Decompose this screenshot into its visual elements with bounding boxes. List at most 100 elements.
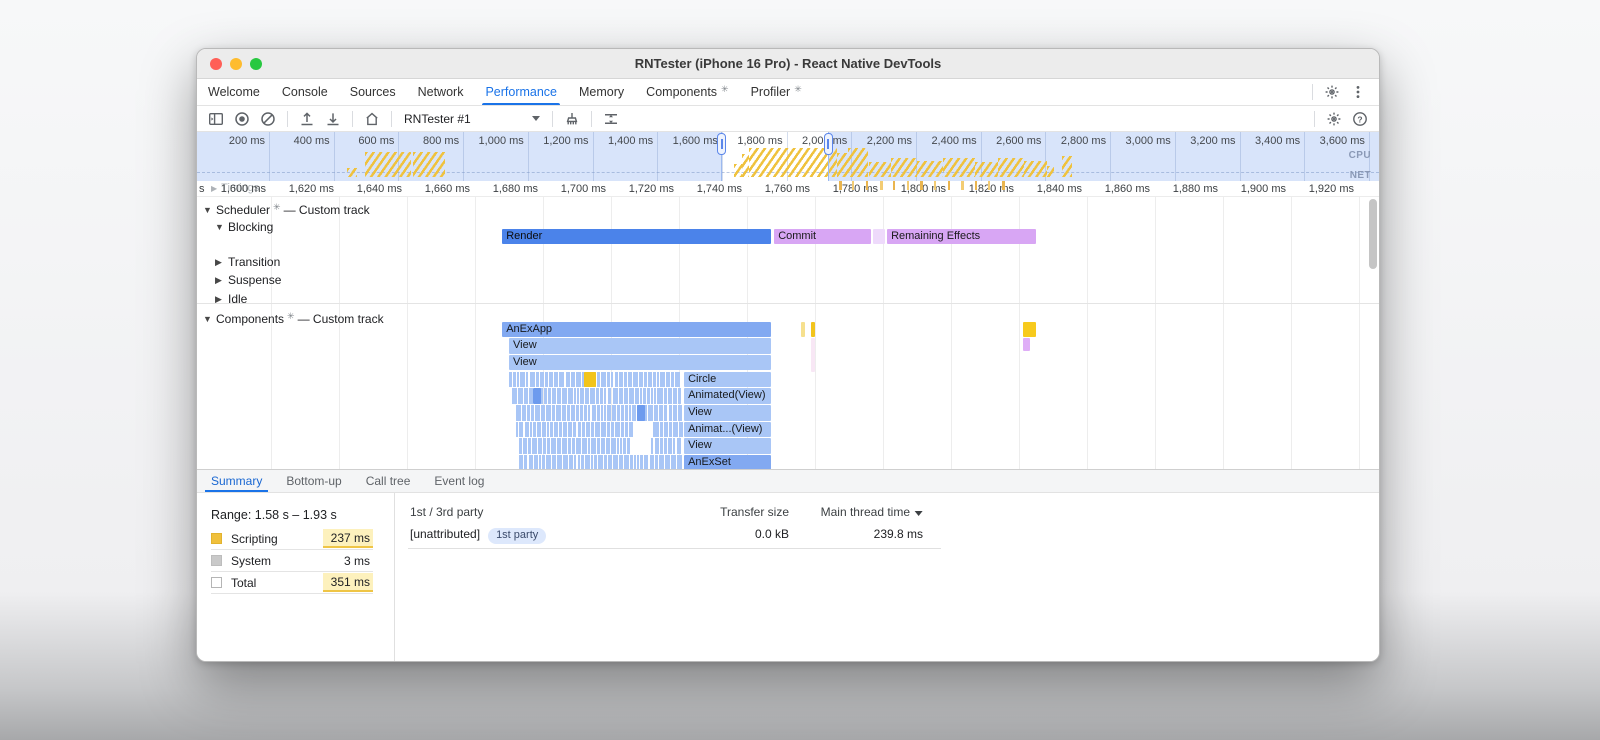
flame-sliver[interactable]	[677, 388, 682, 404]
track-components[interactable]: ▼ Components ✳ — Custom track	[203, 311, 384, 326]
blocking-bar[interactable]	[873, 229, 886, 244]
details-tab-call-tree[interactable]: Call tree	[354, 470, 423, 492]
flame-sliver[interactable]	[590, 455, 594, 469]
flame-sliver[interactable]	[520, 371, 525, 388]
flame-sliver[interactable]	[583, 405, 588, 421]
flame-sliver[interactable]	[546, 421, 549, 438]
flame-sliver[interactable]	[575, 438, 581, 454]
track-scheduler[interactable]: ▼ Scheduler ✳ — Custom track	[203, 202, 370, 217]
flame-sliver[interactable]	[549, 421, 553, 438]
flame-sliver[interactable]	[519, 455, 524, 469]
flame-sliver[interactable]	[574, 455, 577, 469]
record-icon[interactable]	[229, 107, 255, 131]
flame-sliver[interactable]	[653, 421, 659, 438]
flame-sliver[interactable]	[541, 405, 546, 421]
tab-sources[interactable]: Sources	[339, 79, 407, 105]
flame-sliver[interactable]	[528, 455, 533, 469]
flame-sliver[interactable]	[581, 455, 584, 469]
flame-sliver[interactable]	[535, 371, 539, 388]
flame-sliver[interactable]	[619, 371, 624, 388]
flame-sliver[interactable]	[660, 371, 665, 388]
tab-memory[interactable]: Memory	[568, 79, 635, 105]
flame-mark-trail[interactable]	[810, 338, 815, 372]
flame-mark[interactable]	[801, 321, 806, 337]
flame-sliver[interactable]	[557, 455, 563, 469]
component-bar[interactable]: View	[684, 438, 771, 454]
flame-sliver[interactable]	[528, 438, 532, 454]
flame-sliver[interactable]	[603, 388, 607, 404]
flame-sliver[interactable]	[614, 371, 619, 388]
flame-sliver[interactable]	[556, 388, 561, 404]
flame-sliver[interactable]	[527, 405, 531, 421]
flame-sliver[interactable]	[556, 438, 561, 454]
flame-sliver[interactable]	[607, 421, 610, 438]
flame-sliver[interactable]	[616, 438, 619, 454]
flame-sliver[interactable]	[604, 405, 607, 421]
flame-sliver[interactable]	[654, 438, 659, 454]
tab-network[interactable]: Network	[407, 79, 475, 105]
flame-sliver[interactable]	[561, 438, 567, 454]
flame-sliver[interactable]	[516, 371, 520, 388]
flame-sliver[interactable]	[547, 438, 550, 454]
flame-sliver[interactable]	[539, 455, 542, 469]
flame-sliver[interactable]	[591, 405, 596, 421]
flame-sliver[interactable]	[544, 388, 547, 404]
flame-sliver[interactable]	[647, 388, 650, 404]
capture-settings-gear-icon[interactable]	[1321, 107, 1347, 131]
kebab-menu-icon[interactable]	[1345, 80, 1371, 104]
flame-sliver[interactable]	[517, 388, 523, 404]
flame-sliver[interactable]	[627, 438, 630, 454]
flame-sliver[interactable]	[553, 371, 559, 388]
flame-sliver[interactable]	[639, 371, 643, 388]
flame-sliver[interactable]	[644, 371, 647, 388]
flame-sliver[interactable]	[612, 388, 618, 404]
flame-sliver[interactable]	[606, 371, 610, 388]
flame-sliver[interactable]	[659, 438, 663, 454]
flame-sliver[interactable]	[598, 455, 603, 469]
flame-sliver[interactable]	[569, 455, 574, 469]
settings-gear-icon[interactable]	[1319, 80, 1345, 104]
flame-sliver[interactable]	[632, 371, 638, 388]
flame-sliver[interactable]	[611, 438, 616, 454]
flame-sliver[interactable]	[601, 371, 606, 388]
flame-sliver[interactable]	[584, 455, 590, 469]
component-bar[interactable]: AnExApp	[502, 321, 771, 337]
flame-sliver[interactable]	[642, 388, 646, 404]
flame-sliver[interactable]	[633, 455, 636, 469]
flame-sliver[interactable]	[595, 421, 601, 438]
flame-sliver[interactable]	[542, 455, 545, 469]
flame-sliver[interactable]	[663, 405, 668, 421]
flame-sliver[interactable]	[537, 421, 541, 438]
flame-sliver[interactable]	[669, 421, 672, 438]
effect-block[interactable]	[1023, 338, 1030, 352]
flame-sliver[interactable]	[624, 371, 628, 388]
flame-sliver[interactable]	[543, 438, 547, 454]
selection-right-handle[interactable]	[823, 133, 833, 155]
flame-sliver[interactable]	[647, 405, 653, 421]
tab-console[interactable]: Console	[271, 79, 339, 105]
flame-sliver[interactable]	[545, 371, 548, 388]
flame-sliver[interactable]	[552, 455, 556, 469]
flame-sliver[interactable]	[553, 421, 559, 438]
flame-sliver[interactable]	[666, 371, 670, 388]
flame-sliver[interactable]	[673, 405, 678, 421]
flame-sliver[interactable]	[607, 388, 612, 404]
flame-sliver[interactable]	[577, 455, 580, 469]
flame-sliver[interactable]	[590, 421, 595, 438]
flame-sliver[interactable]	[576, 388, 579, 404]
flame-sliver[interactable]	[652, 371, 656, 388]
target-selector-dropdown[interactable]: RNTester #1	[398, 108, 546, 130]
flame-sliver[interactable]	[546, 405, 551, 421]
flame-sliver[interactable]	[600, 405, 604, 421]
flame-sliver[interactable]	[607, 405, 611, 421]
flame-sliver[interactable]	[541, 421, 546, 438]
flame-sliver[interactable]	[559, 421, 563, 438]
flame-sliver[interactable]	[580, 388, 585, 404]
flame-sliver[interactable]	[610, 421, 615, 438]
save-profile-icon[interactable]	[294, 107, 320, 131]
flame-sliver[interactable]	[667, 388, 672, 404]
flame-sliver[interactable]	[644, 455, 649, 469]
flame-sliver[interactable]	[588, 405, 591, 421]
component-bar[interactable]: Animated(View)	[684, 388, 771, 404]
flame-sliver[interactable]	[546, 455, 551, 469]
